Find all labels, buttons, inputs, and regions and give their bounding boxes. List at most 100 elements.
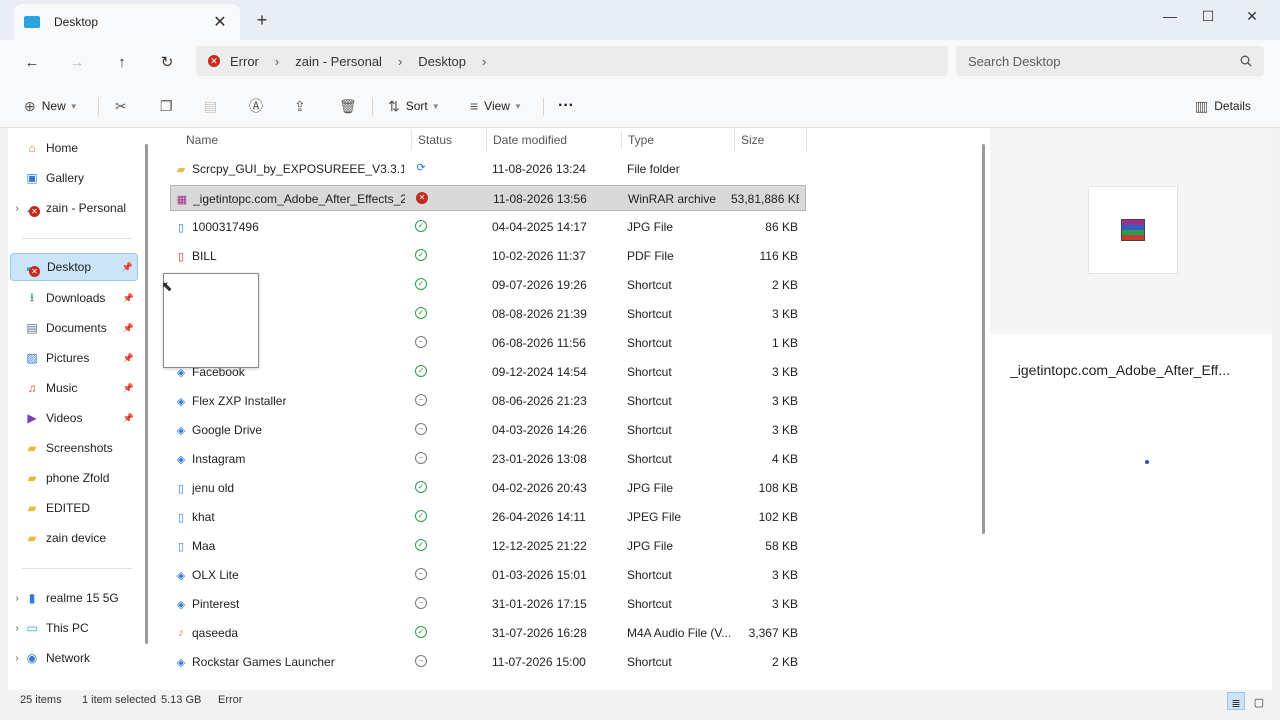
sidebar-item-realme[interactable]: › ▮ realme 15 5G — [10, 584, 138, 612]
paste-icon: ▤ — [204, 97, 218, 114]
details-button[interactable]: ▥ Details — [1195, 94, 1251, 118]
file-row[interactable]: ▯ khat 26-04-2026 14:11 JPEG File 102 KB ✓ — [170, 504, 806, 530]
maximize-button[interactable]: ☐ — [1186, 0, 1230, 32]
pin-icon[interactable]: 📌 — [123, 293, 134, 304]
error-badge-icon: ✕ — [29, 266, 40, 277]
file-list-scrollbar[interactable] — [982, 144, 985, 534]
search-box[interactable] — [956, 46, 1264, 76]
column-header-name[interactable]: Name — [186, 128, 412, 152]
file-row[interactable]: ▰ Scrcpy_GUI_by_EXPOSUREEE_V3.3.1 11-08-20… — [170, 156, 806, 182]
sidebar-item-gallery[interactable]: ▣ Gallery — [10, 164, 138, 192]
file-row[interactable]: ▦ _igetintopc.com_Adobe_After_Effects_20.… — [170, 185, 806, 211]
sidebar-item-home[interactable]: ⌂ Home — [10, 134, 138, 162]
winrar-icon — [1121, 219, 1145, 241]
view-icon: ≡ — [470, 98, 479, 114]
file-row[interactable]: ◈ Pinterest 31-01-2026 17:15 Shortcut 3 KB − — [170, 591, 806, 617]
divider — [411, 130, 412, 150]
breadcrumb-desktop[interactable]: Desktop — [418, 54, 466, 69]
sidebar-item-label: EDITED — [46, 501, 91, 515]
file-row[interactable]: ▯ Maa 12-12-2025 21:22 JPG File 58 KB ✓ — [170, 533, 806, 559]
file-row[interactable]: ◈ Facebook 09-12-2024 14:54 Shortcut 3 KB ✓ — [170, 359, 806, 385]
up-button[interactable]: ↑ — [107, 48, 137, 76]
new-tab-button[interactable]: + — [252, 10, 272, 30]
column-header-status[interactable]: Status — [418, 128, 490, 152]
breadcrumb-separator[interactable]: › — [398, 54, 402, 69]
plus-circle-icon: ⊕ — [24, 97, 36, 114]
breadcrumb-separator[interactable]: › — [275, 54, 279, 69]
back-button[interactable]: ← — [17, 48, 47, 76]
tab-close-icon[interactable]: ✕ — [210, 12, 230, 32]
breadcrumb-error[interactable]: Error — [230, 54, 259, 69]
sidebar-item-music[interactable]: ♫ Music 📌 — [10, 374, 138, 402]
cut-button[interactable]: ✂ — [115, 94, 133, 118]
divider — [486, 130, 487, 150]
file-row[interactable]: ◈ Google Drive 04-03-2026 14:26 Shortcut 3 K… — [170, 417, 806, 443]
share-button[interactable]: ⇪ — [294, 94, 312, 118]
sort-button[interactable]: ⇅ Sort ▼ — [388, 94, 440, 118]
file-date: 09-12-2024 14:54 — [492, 365, 587, 379]
rename-button[interactable]: Ⓐ — [249, 94, 269, 118]
column-header-date[interactable]: Date modified — [493, 128, 621, 152]
search-input[interactable] — [968, 53, 1240, 69]
new-button[interactable]: ⊕ New ▼ — [24, 94, 78, 118]
sidebar-item-edited[interactable]: ▰ EDITED — [10, 494, 138, 522]
pin-icon[interactable]: 📌 — [123, 323, 134, 334]
paste-button[interactable]: ▤ — [204, 94, 223, 118]
pin-icon[interactable]: 📌 — [122, 262, 133, 273]
file-row[interactable]: ◈ Instagram 23-01-2026 13:08 Shortcut 4 KB − — [170, 446, 806, 472]
refresh-button[interactable]: ↻ — [152, 48, 182, 76]
file-name: _igetintopc.com_Adobe_After_Effects_20..… — [193, 192, 405, 206]
address-bar[interactable]: ✕ Error › zain - Personal › Desktop › — [196, 46, 948, 76]
more-options-button[interactable]: ··· — [558, 94, 574, 118]
sidebar-item-this-pc[interactable]: › ▭ This PC — [10, 614, 138, 642]
pin-icon[interactable]: 📌 — [123, 383, 134, 394]
sidebar-item-downloads[interactable]: ⭳ Downloads 📌 — [10, 284, 138, 312]
copy-button[interactable]: ❐ — [160, 94, 179, 118]
file-type-icon: ▰ — [176, 163, 186, 176]
breadcrumb-zain-personal[interactable]: zain - Personal — [295, 54, 382, 69]
file-row[interactable]: ▯ 1000317496 04-04-2025 14:17 JPG File 86 KB… — [170, 214, 806, 240]
tab-desktop[interactable]: Desktop ✕ — [14, 4, 240, 40]
file-row[interactable]: ◈ Flex ZXP Installer 08-06-2026 21:23 Short… — [170, 388, 806, 414]
file-row[interactable]: ◈08-08-2026 21:39Shortcut3 KB✓ — [170, 301, 806, 327]
details-view-button[interactable]: ≣ — [1227, 692, 1245, 710]
breadcrumb-separator[interactable]: › — [482, 54, 486, 69]
file-row[interactable]: ♪ qaseeda 31-07-2026 16:28 M4A Audio File (… — [170, 620, 806, 646]
sidebar-scrollbar[interactable] — [145, 144, 148, 644]
file-date: 11-08-2026 13:56 — [493, 192, 587, 206]
forward-button[interactable]: → — [62, 48, 92, 76]
sidebar-item-pictures[interactable]: ▨ Pictures 📌 — [10, 344, 138, 372]
pin-icon[interactable]: 📌 — [123, 353, 134, 364]
sidebar-item-zain-device[interactable]: ▰ zain device — [10, 524, 138, 552]
column-header-type[interactable]: Type — [628, 128, 736, 152]
file-row[interactable]: ◈06-08-2026 11:56Shortcut1 KB− — [170, 330, 806, 356]
file-date: 08-06-2026 21:23 — [492, 394, 587, 408]
folder-icon: ▰ — [27, 501, 37, 515]
file-row[interactable]: ◈09-07-2026 19:26Shortcut2 KB✓ — [170, 272, 806, 298]
pin-icon[interactable]: 📌 — [123, 413, 134, 424]
chevron-right-icon[interactable]: › — [10, 623, 24, 634]
trash-icon: 🗑 — [339, 97, 357, 114]
delete-button[interactable]: 🗑 — [339, 94, 363, 118]
file-row[interactable]: ◈ Rockstar Games Launcher 11-07-2026 15:00… — [170, 649, 806, 675]
chevron-right-icon[interactable]: › — [10, 653, 24, 664]
file-row[interactable]: ◈ OLX Lite 01-03-2026 15:01 Shortcut 3 KB − — [170, 562, 806, 588]
close-window-button[interactable]: ✕ — [1230, 0, 1274, 32]
file-row[interactable]: ▯ BILL 10-02-2026 11:37 PDF File 116 KB ✓ — [170, 243, 806, 269]
file-type-icon: ◈ — [176, 598, 186, 611]
file-size: 3 KB — [771, 597, 798, 611]
column-header-size[interactable]: Size — [741, 128, 807, 152]
file-row[interactable]: ▯ jenu old 04-02-2026 20:43 JPG File 108 KB ✓ — [170, 475, 806, 501]
chevron-right-icon[interactable]: › — [10, 593, 24, 604]
sidebar-item-phone-zfold[interactable]: ▰ phone Zfold — [10, 464, 138, 492]
sidebar-item-desktop[interactable]: ▬ Desktop 📌 — [10, 253, 138, 281]
tab-title: Desktop — [54, 15, 99, 29]
sidebar-item-videos[interactable]: ▶ Videos 📌 — [10, 404, 138, 432]
chevron-right-icon[interactable]: › — [10, 203, 24, 214]
view-button[interactable]: ≡ View ▼ — [470, 94, 522, 118]
sidebar-item-network[interactable]: › ◉ Network — [10, 644, 138, 672]
sidebar-item-documents[interactable]: ▤ Documents 📌 — [10, 314, 138, 342]
sidebar-item-screenshots[interactable]: ▰ Screenshots — [10, 434, 138, 462]
file-type: Shortcut — [627, 568, 672, 582]
tiles-view-button[interactable]: ▢ — [1250, 692, 1268, 710]
